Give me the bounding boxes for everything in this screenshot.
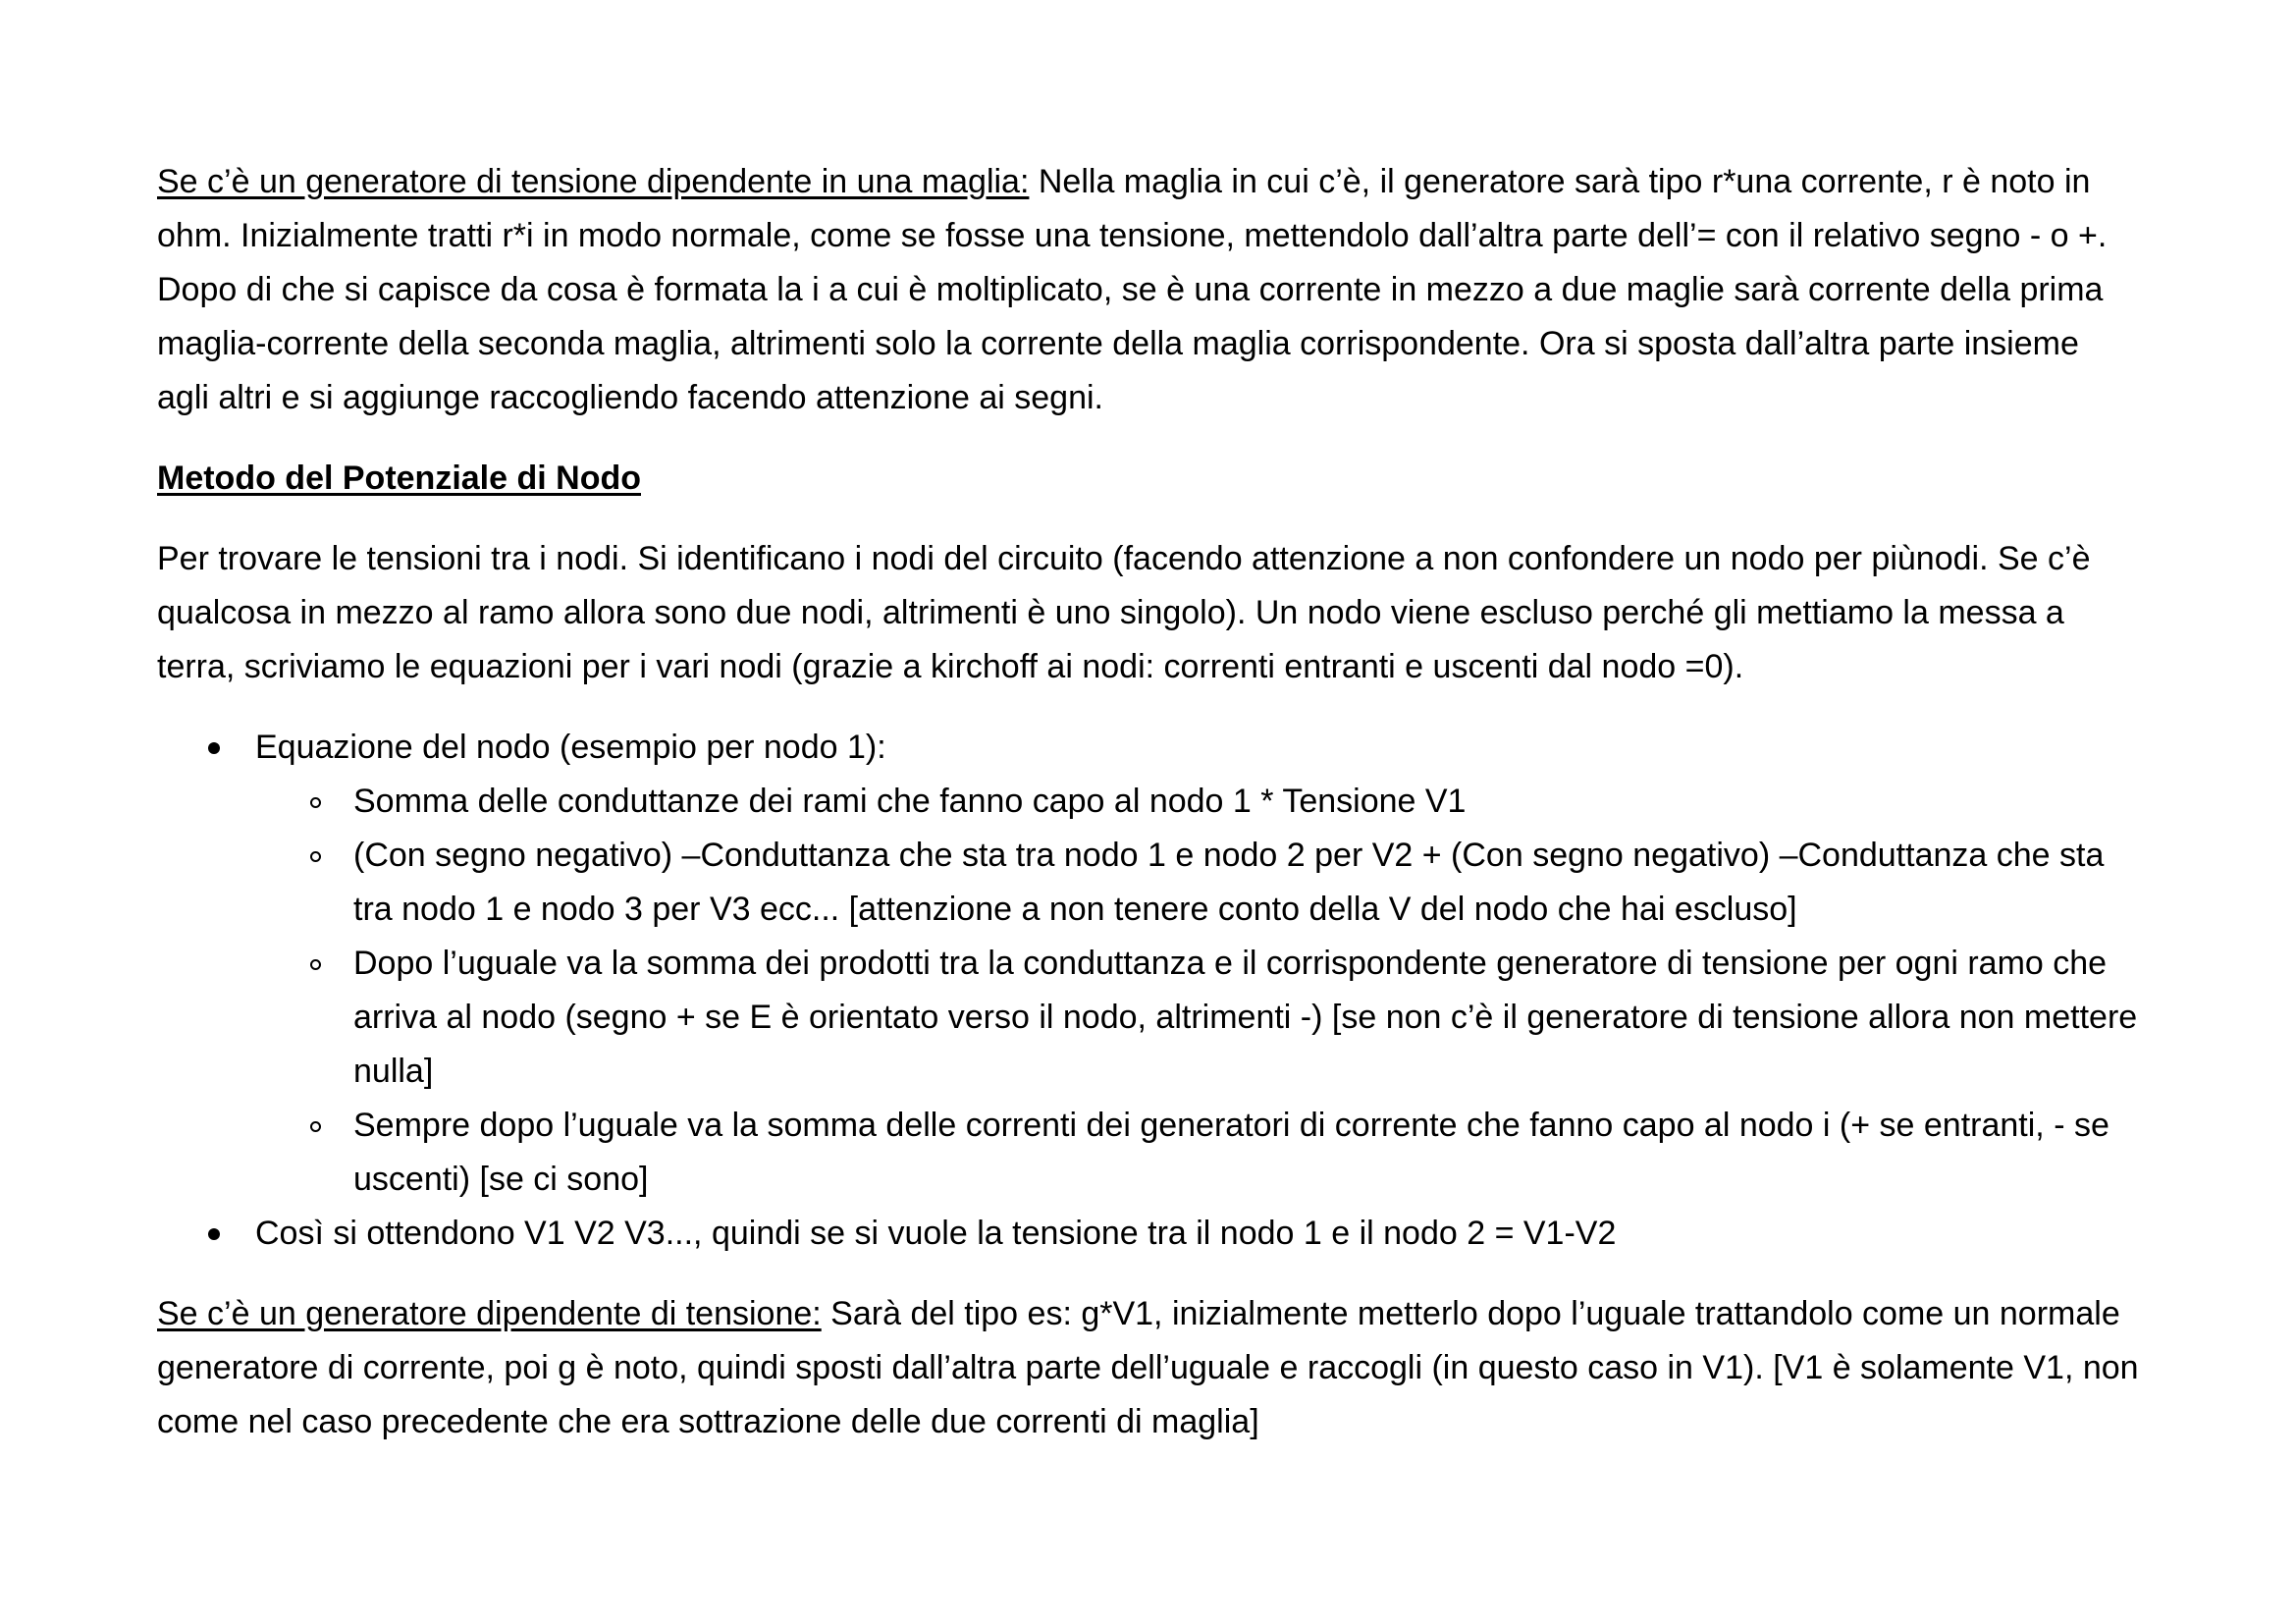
paragraph-node-method-intro: Per trovare le tensioni tra i nodi. Si i… (157, 540, 2091, 685)
circle-bullet-icon (310, 851, 321, 862)
list-item-text: Equazione del nodo (esempio per nodo 1): (255, 729, 886, 766)
paragraph-heading: Se c’è un generatore dipendente di tensi… (157, 1295, 822, 1332)
sub-list-item-text: Somma delle conduttanze dei rami che fan… (353, 783, 1467, 820)
sub-list-item: Sempre dopo l’uguale va la somma delle c… (310, 1099, 2140, 1207)
paragraph-dependent-voltage-generator: Se c’è un generatore dipendente di tensi… (157, 1287, 2140, 1449)
paragraph-dependent-voltage-mesh: Se c’è un generatore di tensione dipende… (157, 155, 2140, 425)
sub-list-item-text: (Con segno negativo) –Conduttanza che st… (353, 837, 2105, 928)
list-item-text: Così si ottendono V1 V2 V3..., quindi se… (255, 1215, 1617, 1252)
circle-bullet-icon (310, 1121, 321, 1132)
circle-bullet-icon (310, 959, 321, 970)
sub-list: Somma delle conduttanze dei rami che fan… (255, 775, 2140, 1207)
paragraph-heading: Se c’è un generatore di tensione dipende… (157, 163, 1030, 200)
sub-list-item: Somma delle conduttanze dei rami che fan… (310, 775, 2140, 829)
sub-list-item: (Con segno negativo) –Conduttanza che st… (310, 829, 2140, 937)
section-title: Metodo del Potenziale di Nodo (157, 460, 641, 497)
bullet-icon (208, 742, 220, 754)
sub-list-item-text: Dopo l’uguale va la somma dei prodotti t… (353, 945, 2138, 1090)
document-page: Se c’è un generatore di tensione dipende… (157, 155, 2140, 1449)
list-item: Equazione del nodo (esempio per nodo 1):… (157, 721, 2140, 1207)
paragraph-text: Nella maglia in cui c’è, il generatore s… (157, 163, 2108, 416)
bullet-icon (208, 1228, 220, 1240)
sub-list-item: Dopo l’uguale va la somma dei prodotti t… (310, 937, 2140, 1099)
circle-bullet-icon (310, 797, 321, 808)
bullet-list: Equazione del nodo (esempio per nodo 1):… (157, 721, 2140, 1261)
list-item: Così si ottendono V1 V2 V3..., quindi se… (157, 1207, 2140, 1261)
sub-list-item-text: Sempre dopo l’uguale va la somma delle c… (353, 1107, 2109, 1198)
